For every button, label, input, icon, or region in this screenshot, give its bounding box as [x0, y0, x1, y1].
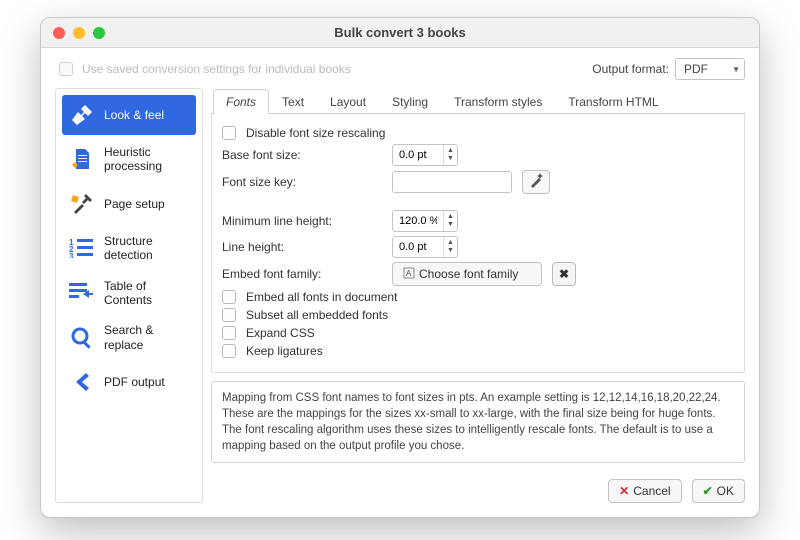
keep-ligatures-checkbox[interactable] [222, 344, 236, 358]
tab-label: Text [282, 95, 304, 109]
expand-css-checkbox[interactable] [222, 326, 236, 340]
font-size-key-input[interactable] [392, 171, 512, 193]
tab-label: Layout [330, 95, 366, 109]
line-height-input[interactable]: ▲▼ [392, 236, 458, 258]
sidebar-item-label: Look & feel [104, 108, 164, 122]
subset-fonts-label: Subset all embedded fonts [246, 308, 388, 322]
tab-text[interactable]: Text [269, 89, 317, 114]
sidebar-item-label: Structure detection [104, 234, 190, 263]
tab-transform-html[interactable]: Transform HTML [555, 89, 671, 114]
chevron-left-icon [68, 368, 96, 396]
embed-all-fonts-label: Embed all fonts in document [246, 290, 397, 304]
sidebar-item-structure[interactable]: 123 Structure detection [62, 228, 196, 269]
output-format-select[interactable]: PDF ▼ [675, 58, 745, 80]
sidebar-item-heuristic[interactable]: Heuristic processing [62, 139, 196, 180]
sidebar-item-search-replace[interactable]: Search & replace [62, 317, 196, 358]
base-font-size-label: Base font size: [222, 148, 382, 162]
keep-ligatures-label: Keep ligatures [246, 344, 323, 358]
sidebar-item-label: PDF output [104, 375, 165, 389]
choose-font-label: Choose font family [419, 267, 518, 281]
output-format-label: Output format: [592, 62, 669, 76]
sidebar-item-label: Search & replace [104, 323, 190, 352]
tab-transform-styles[interactable]: Transform styles [441, 89, 555, 114]
min-line-height-label: Minimum line height: [222, 214, 382, 228]
expand-css-label: Expand CSS [246, 326, 315, 340]
brush-icon [68, 101, 96, 129]
embed-all-fonts-checkbox[interactable] [222, 290, 236, 304]
ok-icon: ✔ [703, 484, 713, 498]
dialog-window: Bulk convert 3 books Use saved conversio… [40, 17, 760, 518]
subset-fonts-checkbox[interactable] [222, 308, 236, 322]
cancel-button[interactable]: ✕ Cancel [608, 479, 681, 503]
svg-text:A: A [406, 269, 412, 278]
sidebar-item-look-and-feel[interactable]: Look & feel [62, 95, 196, 135]
use-saved-settings-checkbox[interactable]: Use saved conversion settings for indivi… [55, 59, 351, 79]
list-numbered-icon: 123 [68, 234, 96, 262]
fonts-panel: Disable font size rescaling Base font si… [211, 114, 745, 373]
description-box: Mapping from CSS font names to font size… [211, 381, 745, 463]
sidebar-item-label: Table of Contents [104, 279, 190, 308]
disable-font-rescaling-label: Disable font size rescaling [246, 126, 385, 140]
document-icon [68, 145, 96, 173]
sidebar-item-label: Heuristic processing [104, 145, 190, 174]
chevron-down-icon: ▼ [732, 65, 740, 74]
sidebar-item-page-setup[interactable]: Page setup [62, 184, 196, 224]
sidebar-item-label: Page setup [104, 197, 165, 211]
window-title: Bulk convert 3 books [41, 25, 759, 40]
tab-label: Styling [392, 95, 428, 109]
base-font-size-input[interactable]: ▲▼ [392, 144, 458, 166]
tools-icon [68, 190, 96, 218]
tab-label: Fonts [226, 95, 256, 109]
tab-fonts[interactable]: Fonts [213, 89, 269, 114]
toc-icon [68, 279, 96, 307]
clear-font-button[interactable]: ✖ [552, 262, 576, 286]
tabs: Fonts Text Layout Styling Transform styl… [211, 88, 745, 114]
svg-text:3: 3 [69, 252, 74, 258]
disable-font-rescaling-checkbox[interactable] [222, 126, 236, 140]
embed-font-family-label: Embed font family: [222, 267, 382, 281]
cancel-icon: ✕ [619, 484, 629, 498]
ok-label: OK [717, 484, 734, 498]
font-icon: A [403, 267, 415, 282]
min-line-height-input[interactable]: ▲▼ [392, 210, 458, 232]
wand-icon [528, 173, 544, 192]
search-icon [68, 324, 96, 352]
tab-styling[interactable]: Styling [379, 89, 441, 114]
tab-layout[interactable]: Layout [317, 89, 379, 114]
clear-icon: ✖ [559, 267, 569, 281]
line-height-label: Line height: [222, 240, 382, 254]
wizard-button[interactable] [522, 170, 550, 194]
tab-label: Transform styles [454, 95, 542, 109]
sidebar: Look & feel Heuristic processing Page se… [55, 88, 203, 503]
ok-button[interactable]: ✔ OK [692, 479, 745, 503]
use-saved-settings-label: Use saved conversion settings for indivi… [82, 62, 351, 76]
font-size-key-label: Font size key: [222, 175, 382, 189]
tab-label: Transform HTML [568, 95, 658, 109]
sidebar-item-pdf-output[interactable]: PDF output [62, 362, 196, 402]
choose-font-button[interactable]: A Choose font family [392, 262, 542, 286]
output-format-value: PDF [684, 62, 708, 76]
sidebar-item-toc[interactable]: Table of Contents [62, 273, 196, 314]
cancel-label: Cancel [633, 484, 670, 498]
titlebar: Bulk convert 3 books [41, 18, 759, 48]
